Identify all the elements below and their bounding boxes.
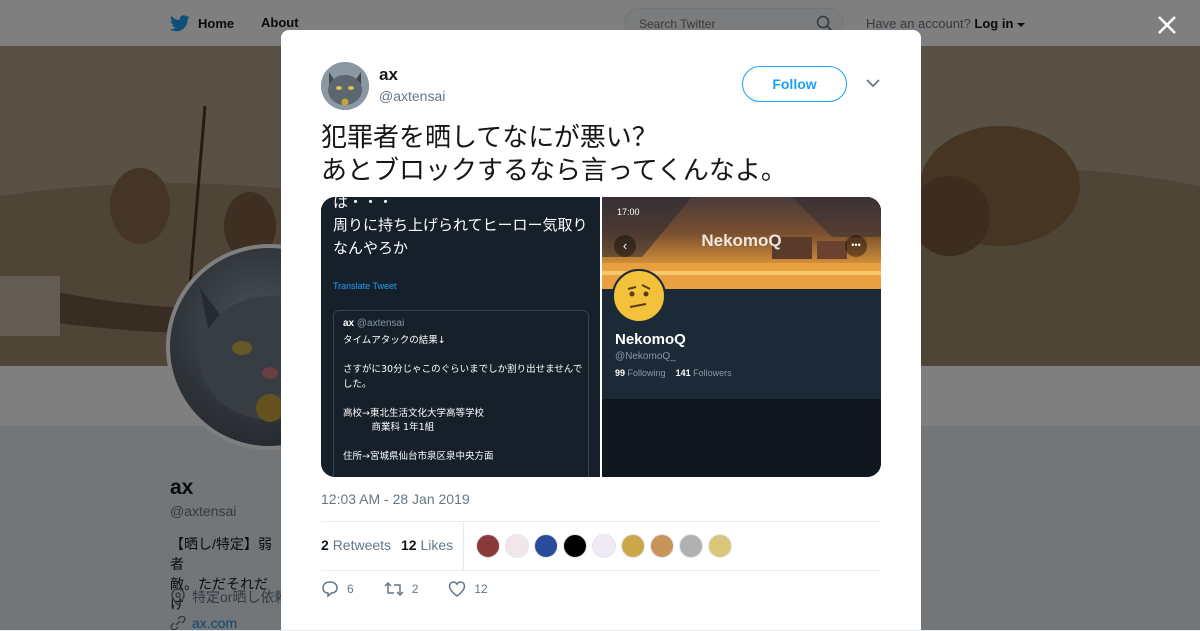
follow-button[interactable]: Follow <box>742 66 847 102</box>
close-icon[interactable] <box>1154 12 1180 38</box>
profile-card-footer <box>602 399 881 477</box>
quoted-tweet-body: タイムアタックの結果↓ さすがに30分じゃこのぐらいまでしか割り出せませんでした… <box>343 335 583 462</box>
profile-card-stats: 99 Following 141 Followers <box>615 368 732 378</box>
quoted-tweet: ax @axtensai タイムアタックの結果↓ さすがに30分じゃこのぐらいま… <box>333 310 589 477</box>
liker-avatars <box>476 534 732 558</box>
retweets-label: Retweets <box>332 537 392 553</box>
likes-label: Likes <box>420 537 454 553</box>
heart-icon <box>449 581 466 597</box>
like-action[interactable]: 12 <box>448 580 488 598</box>
stats-divider <box>463 522 464 570</box>
liker-avatar[interactable] <box>708 534 732 558</box>
profile-card-name: NekomoQ <box>615 331 686 348</box>
embedded-tweet-text: は・・・ 周りに持ち上げられてヒーロー気取りなんやろか <box>333 197 588 257</box>
thinking-face-icon <box>612 269 666 323</box>
retweet-action[interactable]: 2 <box>384 580 419 598</box>
quoted-author-name: ax <box>343 318 355 329</box>
retweet-count: 2 <box>411 582 419 596</box>
reply-action[interactable]: 6 <box>321 580 354 598</box>
author-name[interactable]: ax <box>379 65 398 85</box>
quoted-tweet-header: ax @axtensai <box>343 318 404 329</box>
status-bar-time: 17:00 <box>617 207 640 217</box>
liker-avatar[interactable] <box>592 534 616 558</box>
tweet-text: 犯罪者を晒してなにが悪い？ あとブロックするなら言ってくんなよ。 <box>321 123 787 186</box>
like-count: 12 <box>474 582 488 596</box>
chevron-down-icon[interactable] <box>866 78 880 88</box>
reply-icon <box>322 581 338 598</box>
retweets-stat[interactable]: 2 Retweets <box>321 537 391 553</box>
retweet-icon <box>384 581 404 597</box>
liker-avatar[interactable] <box>534 534 558 558</box>
reply-count: 6 <box>347 582 354 596</box>
liker-avatar[interactable] <box>621 534 645 558</box>
liker-avatar[interactable] <box>505 534 529 558</box>
tweet-actions: 6 2 12 <box>321 580 518 598</box>
likes-stat[interactable]: 12 Likes <box>401 537 453 553</box>
media-image-left[interactable]: は・・・ 周りに持ち上げられてヒーロー気取りなんやろか Translate Tw… <box>321 197 600 477</box>
followers-label: Followers <box>693 368 732 378</box>
liker-avatar[interactable] <box>679 534 703 558</box>
profile-card-handle: @NekomoQ_ <box>615 351 676 362</box>
liker-avatar[interactable] <box>563 534 587 558</box>
following-count: 99 <box>615 368 626 378</box>
author-handle[interactable]: @axtensai <box>379 88 445 104</box>
author-avatar[interactable] <box>321 62 369 110</box>
media-image-right[interactable]: 17:00 NekomoQ ‹ ••• NekomoQ @NekomoQ_ 99… <box>602 197 881 477</box>
cat-avatar-image <box>321 62 369 110</box>
likes-count: 12 <box>401 537 417 553</box>
following-label: Following <box>627 368 666 378</box>
liker-avatar[interactable] <box>476 534 500 558</box>
tweet-stats: 2 Retweets 12 Likes <box>321 521 881 571</box>
translate-tweet-link: Translate Tweet <box>333 281 397 291</box>
tweet-timestamp[interactable]: 12:03 AM - 28 Jan 2019 <box>321 491 470 507</box>
tweet-modal: ax @axtensai Follow 犯罪者を晒してなにが悪い？ あとブロック… <box>281 30 921 630</box>
liker-avatar[interactable] <box>650 534 674 558</box>
quoted-author-handle: @axtensai <box>356 318 405 329</box>
back-arrow-icon: ‹ <box>614 235 636 257</box>
more-icon: ••• <box>845 235 867 257</box>
retweets-count: 2 <box>321 537 329 553</box>
profile-header-title: NekomoQ <box>701 231 782 250</box>
tweet-media[interactable]: は・・・ 周りに持ち上げられてヒーロー気取りなんやろか Translate Tw… <box>321 197 881 477</box>
followers-count: 141 <box>675 368 691 378</box>
